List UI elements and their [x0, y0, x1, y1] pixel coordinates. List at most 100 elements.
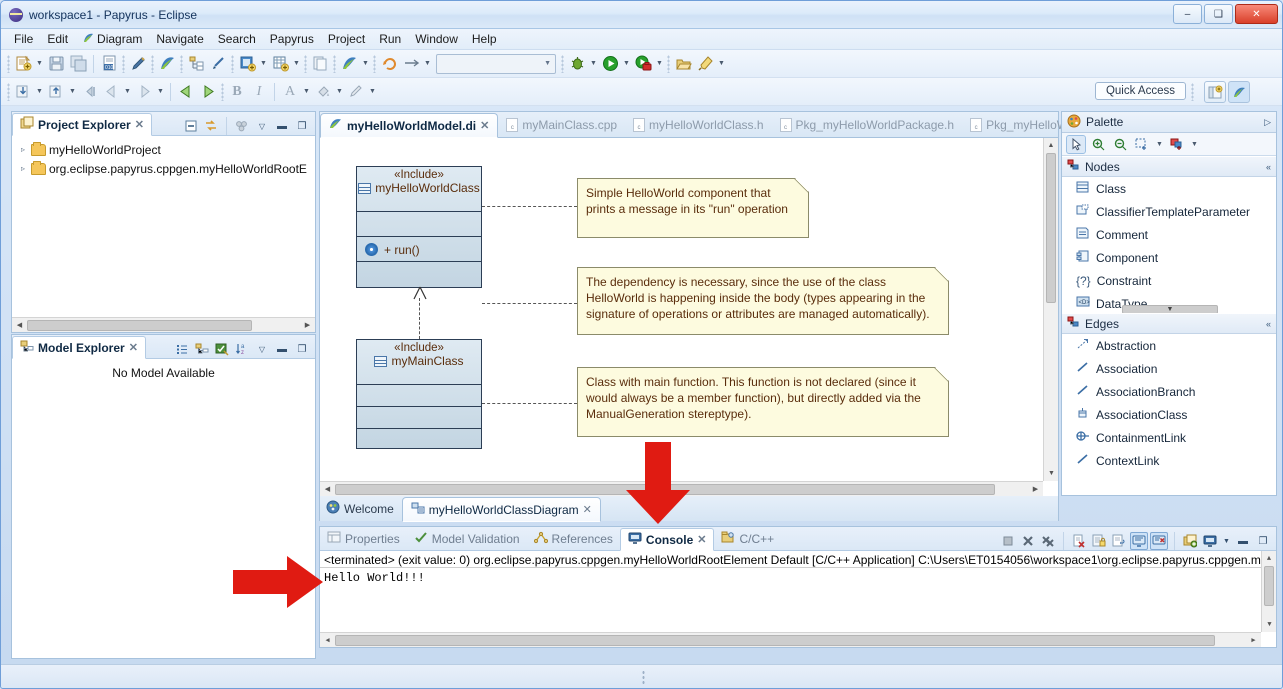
- menu-project[interactable]: Project: [321, 30, 372, 48]
- uml-operations-compartment[interactable]: [357, 407, 481, 429]
- menu-help[interactable]: Help: [465, 30, 504, 48]
- open-perspective-button[interactable]: [1204, 81, 1226, 103]
- new-table-dropdown[interactable]: ▼: [291, 53, 302, 75]
- palette-item-component[interactable]: Component: [1062, 246, 1276, 269]
- scroll-left-icon[interactable]: ◀: [320, 482, 335, 497]
- external-tools-dropdown[interactable]: ▼: [654, 53, 665, 75]
- papyrus-dropdown[interactable]: ▼: [360, 53, 371, 75]
- close-icon[interactable]: ✕: [135, 118, 144, 131]
- toolbar-handle[interactable]: [7, 82, 10, 101]
- import-dropdown[interactable]: ▼: [34, 81, 45, 103]
- toolbar-handle[interactable]: [333, 54, 336, 73]
- vscroll-thumb[interactable]: [1264, 566, 1274, 606]
- tab-project-explorer[interactable]: Project Explorer ✕: [12, 113, 152, 136]
- palette-item-classifier-template-parameter[interactable]: ClassifierTemplateParameter: [1062, 200, 1276, 223]
- forward-dropdown[interactable]: ▼: [155, 81, 166, 103]
- show-console-icon[interactable]: [1130, 532, 1148, 550]
- quick-access-field[interactable]: Quick Access: [1094, 82, 1186, 100]
- chevron-down-icon[interactable]: ▼: [1189, 135, 1200, 154]
- font-color-dropdown[interactable]: ▼: [301, 81, 312, 103]
- palette-item-class[interactable]: Class: [1062, 177, 1276, 200]
- editor-tab-Pkg-myHelloWorldPackage-h[interactable]: c Pkg_myHelloWorldPackage.h: [772, 112, 963, 137]
- maximize-icon[interactable]: ❐: [1254, 532, 1272, 550]
- menu-run[interactable]: Run: [372, 30, 408, 48]
- minimize-button[interactable]: –: [1173, 4, 1202, 24]
- new-console-view-icon[interactable]: [1181, 532, 1199, 550]
- search-combo[interactable]: ▼: [436, 53, 556, 74]
- tree-icon[interactable]: [193, 340, 211, 358]
- debug-icon[interactable]: [566, 53, 588, 75]
- collapse-icon[interactable]: «: [1266, 162, 1271, 172]
- editor-bottom-tab-class-diagram[interactable]: myHelloWorldClassDiagram ✕: [401, 497, 601, 522]
- toolbar-handle[interactable]: [561, 54, 564, 73]
- list-icon[interactable]: [173, 340, 191, 358]
- view-menu-icon[interactable]: ▽: [253, 340, 271, 358]
- papyrus-perspective-icon[interactable]: [156, 53, 178, 75]
- tab-properties[interactable]: Properties: [320, 527, 407, 550]
- tab-c-cpp[interactable]: C/C++: [714, 527, 781, 550]
- chevron-down-icon[interactable]: ▼: [1154, 135, 1165, 154]
- tree-item-cppgen-root[interactable]: ▹ org.eclipse.papyrus.cppgen.myHelloWorl…: [14, 159, 313, 178]
- scroll-right-icon[interactable]: ▶: [1028, 482, 1043, 497]
- view-filter-icon[interactable]: [233, 117, 251, 135]
- minimize-icon[interactable]: ▬: [1234, 532, 1252, 550]
- refresh-icon[interactable]: [378, 53, 400, 75]
- menu-papyrus[interactable]: Papyrus: [263, 30, 321, 48]
- line-color-dropdown[interactable]: ▼: [367, 81, 378, 103]
- palette-group-edges[interactable]: Edges «: [1062, 313, 1276, 334]
- toolbar-handle[interactable]: [667, 54, 670, 73]
- console-hscrollbar[interactable]: ◀ ▶: [320, 632, 1261, 647]
- export-dropdown[interactable]: ▼: [67, 81, 78, 103]
- new-model-icon[interactable]: 010: [98, 53, 120, 75]
- prev-edit-icon[interactable]: [175, 81, 197, 103]
- fill-color-icon[interactable]: [312, 81, 334, 103]
- tab-console[interactable]: Console ✕: [619, 528, 715, 551]
- scroll-lock-icon[interactable]: [1090, 532, 1108, 550]
- clear-console-icon[interactable]: [1070, 532, 1088, 550]
- save-all-icon[interactable]: [67, 53, 89, 75]
- uml-nested-compartment[interactable]: [357, 262, 481, 287]
- import-icon[interactable]: [12, 81, 34, 103]
- chevron-down-icon[interactable]: ▼: [1221, 532, 1232, 550]
- palette-item-comment[interactable]: Comment: [1062, 223, 1276, 246]
- new-table-icon[interactable]: [269, 53, 291, 75]
- new-wizard-icon[interactable]: [12, 53, 34, 75]
- close-icon[interactable]: ✕: [480, 119, 489, 132]
- forward-icon[interactable]: [133, 81, 155, 103]
- validate-icon[interactable]: [213, 340, 231, 358]
- expand-twisty-icon[interactable]: ▹: [18, 145, 28, 154]
- palette-item-containment-link[interactable]: ContainmentLink: [1062, 426, 1276, 449]
- console-vscrollbar[interactable]: ▲ ▼: [1261, 551, 1276, 632]
- outline-icon[interactable]: [185, 53, 207, 75]
- console-output-area[interactable]: <terminated> (exit value: 0) org.eclipse…: [320, 551, 1276, 647]
- editor-tab-myMainClass-cpp[interactable]: c myMainClass.cpp: [498, 112, 625, 137]
- collapse-icon[interactable]: «: [1266, 319, 1271, 329]
- scroll-left-icon[interactable]: ◀: [12, 318, 27, 333]
- palette-item-association[interactable]: Association: [1062, 357, 1276, 380]
- toolbar-handle[interactable]: [7, 54, 10, 73]
- format-icon[interactable]: [1167, 135, 1187, 154]
- chevron-right-icon[interactable]: ▷: [1264, 117, 1271, 128]
- toolbar-handle[interactable]: [373, 54, 376, 73]
- canvas-vscrollbar[interactable]: ▲ ▼: [1043, 138, 1058, 481]
- uml-class-myMainClass[interactable]: «Include» myMainClass: [356, 339, 482, 449]
- toolbar-handle[interactable]: [231, 54, 234, 73]
- uml-operation-row[interactable]: + run(): [357, 237, 481, 262]
- minimize-icon[interactable]: ▬: [273, 340, 291, 358]
- pin-console-icon[interactable]: [1150, 532, 1168, 550]
- close-icon[interactable]: ✕: [697, 533, 706, 546]
- menu-navigate[interactable]: Navigate: [149, 30, 210, 48]
- uml-comment-note-2[interactable]: The dependency is necessary, since the u…: [577, 267, 949, 335]
- zoom-out-icon[interactable]: [1110, 135, 1130, 154]
- dependency-edge[interactable]: [419, 298, 420, 339]
- tree-item-myHelloWorldProject[interactable]: ▹ myHelloWorldProject: [14, 140, 313, 159]
- uml-attributes-compartment[interactable]: [357, 385, 481, 407]
- hscroll-thumb[interactable]: [27, 319, 252, 331]
- expand-twisty-icon[interactable]: ▹: [18, 164, 28, 173]
- next-annotation-dropdown[interactable]: ▼: [422, 53, 433, 75]
- scroll-up-icon[interactable]: ▲: [1044, 138, 1058, 153]
- scroll-down-icon[interactable]: ▼: [1262, 617, 1277, 632]
- palette-group-nodes[interactable]: Nodes «: [1062, 156, 1276, 177]
- remove-launch-icon[interactable]: [1019, 532, 1037, 550]
- uml-class-myHelloWorldClass[interactable]: «Include» myHelloWorldClass + run(): [356, 166, 482, 288]
